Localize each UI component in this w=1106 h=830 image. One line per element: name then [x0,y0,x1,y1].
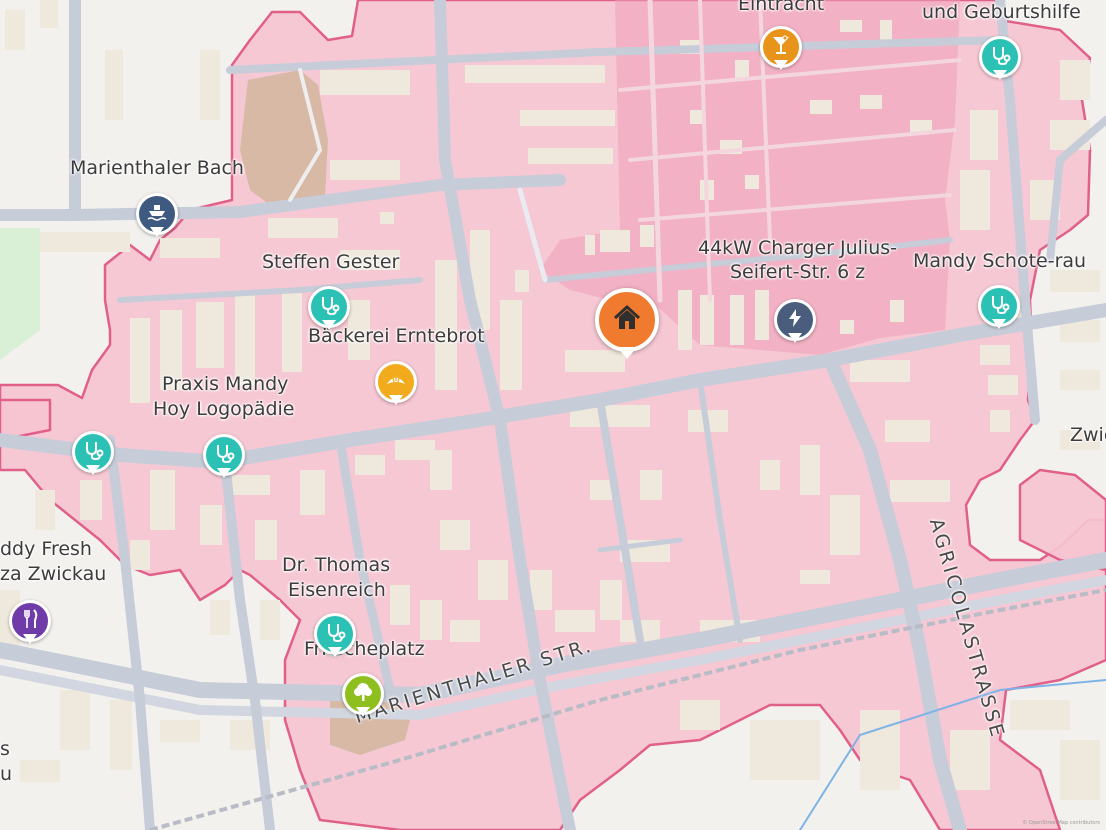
stethoscope-icon [988,293,1010,319]
label-charger-1: 44kW Charger Julius- [698,237,898,259]
label-left-edge-2: u [0,763,13,785]
marker-praxis-left[interactable] [69,428,117,484]
stethoscope-icon [318,294,340,320]
marker-mandy-schote[interactable] [975,282,1023,338]
label-daddy-1: ddy Fresh [0,538,92,560]
label-marienthaler-bach: Marienthaler Bach [70,157,244,179]
marker-baeckerei[interactable] [372,358,420,414]
marker-restaurant[interactable] [6,597,54,653]
label-left-edge-1: s [0,738,10,760]
marker-geburtshilfe[interactable] [976,33,1024,89]
cocktail-icon [770,34,792,60]
label-charger-2: Seifert-Str. 6 z [730,261,866,283]
label-zwickau-edge: Zwic [1070,424,1106,446]
label-geburtshilfe: und Geburtshilfe [922,1,1081,23]
label-thomas-2: Eisenreich [288,579,386,601]
marker-charger[interactable] [771,296,819,352]
stethoscope-icon [213,442,235,468]
label-mandy-schote: Mandy Schote-rau [913,250,1087,272]
tree-icon [352,681,374,707]
stethoscope-icon [324,621,346,647]
stethoscope-icon [989,44,1011,70]
plaza-area [240,70,328,205]
marker-fritscheplatz[interactable] [339,670,387,726]
marker-steffen-gester[interactable] [305,283,353,339]
marker-praxis-mandy[interactable] [200,431,248,487]
label-steffen-gester: Steffen Gester [262,251,400,273]
croissant-icon [385,369,407,395]
label-thomas-1: Dr. Thomas [282,554,391,576]
marker-home[interactable] [592,285,664,367]
marker-marienthaler-bach[interactable] [133,190,181,246]
label-praxis-2: Hoy Logopädie [153,398,295,420]
stethoscope-icon [82,439,104,465]
home-icon [612,303,642,337]
label-daddy-2: za Zwickau [0,563,107,585]
map-attribution[interactable]: © OpenStreetMap contributors [1022,820,1100,826]
boat-icon [146,201,168,227]
label-eintracht: Eintracht [738,0,825,15]
marker-thomas-eisenreich[interactable] [311,610,359,666]
label-praxis-1: Praxis Mandy [162,373,289,395]
marker-bar[interactable] [757,23,805,79]
fork-knife-icon [19,608,41,634]
lightning-icon [784,307,806,333]
